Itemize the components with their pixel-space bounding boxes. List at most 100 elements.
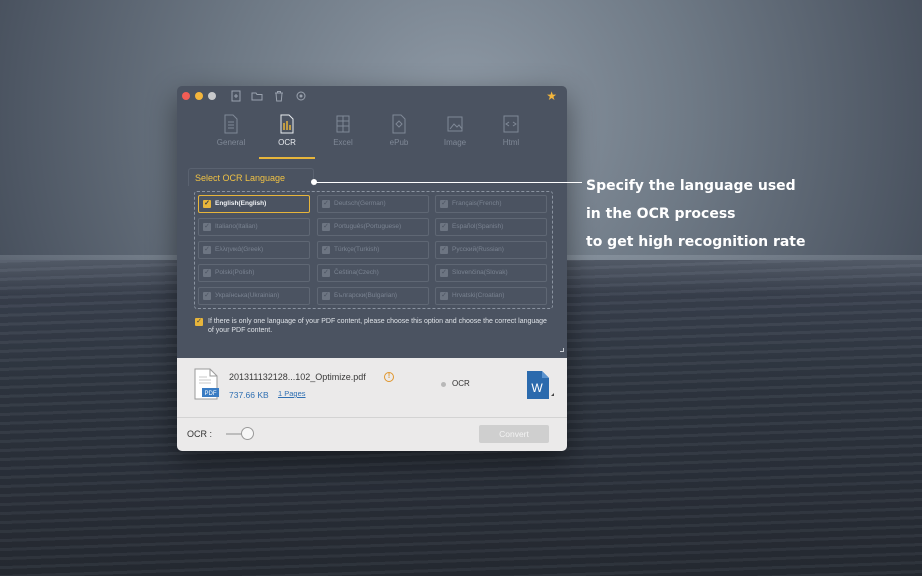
checkbox-icon: ✓ [440, 200, 448, 208]
callout-line-2: in the OCR process [586, 206, 736, 222]
language-label: Hrvatski(Croatian) [452, 292, 505, 299]
checkbox-icon: ✓ [322, 292, 330, 300]
convert-button[interactable]: Convert [479, 425, 549, 443]
language-option-portuguese[interactable]: ✓ Português(Portuguese) [317, 218, 429, 236]
tab-epub[interactable]: ePub [371, 112, 427, 158]
language-option-slovak[interactable]: ✓ Slovenčina(Slovak) [435, 264, 547, 282]
language-option-greek[interactable]: ✓ Ελληνικά(Greek) [198, 241, 310, 259]
language-label: Español(Spanish) [452, 223, 504, 230]
language-label: Français(French) [452, 200, 502, 207]
language-option-polish[interactable]: ✓ Polski(Polish) [198, 264, 310, 282]
callout-connector-line [314, 182, 582, 183]
add-file-icon[interactable] [230, 90, 242, 102]
tab-excel[interactable]: Excel [315, 112, 371, 158]
tab-epub-label: ePub [389, 138, 409, 147]
html-icon [502, 114, 520, 134]
language-label: Русский(Russian) [452, 246, 504, 253]
language-option-french[interactable]: ✓ Français(French) [435, 195, 547, 213]
single-language-note: If there is only one language of your PD… [208, 318, 547, 334]
trash-icon[interactable] [273, 90, 285, 102]
checkbox-icon: ✓ [203, 246, 211, 254]
mode-dot-icon [441, 382, 446, 387]
checkbox-icon: ✓ [322, 269, 330, 277]
checkbox-icon: ✓ [440, 223, 448, 231]
group-title: Select OCR Language [188, 168, 314, 186]
language-label: Türkçe(Turkish) [334, 246, 380, 253]
excel-icon [334, 114, 352, 134]
language-option-turkish[interactable]: ✓ Türkçe(Turkish) [317, 241, 429, 259]
language-option-croatian[interactable]: ✓ Hrvatski(Croatian) [435, 287, 547, 305]
close-button[interactable] [182, 92, 190, 100]
tab-excel-label: Excel [333, 138, 353, 147]
checkbox-icon: ✓ [322, 246, 330, 254]
language-label: Italiano(Italian) [215, 223, 258, 230]
language-label: Slovenčina(Slovak) [452, 269, 508, 276]
checkbox-icon: ✓ [203, 292, 211, 300]
language-option-russian[interactable]: ✓ Русский(Russian) [435, 241, 547, 259]
ocr-toggle-label: OCR : [187, 429, 213, 439]
language-option-english[interactable]: ✓ English(English) [198, 195, 310, 213]
checkbox-icon: ✓ [440, 269, 448, 277]
file-size: 737.66 KB [229, 390, 269, 400]
format-dropdown-caret-icon[interactable] [551, 393, 554, 396]
single-language-checkbox[interactable]: ✓ [195, 318, 203, 326]
checkbox-icon: ✓ [440, 292, 448, 300]
title-bar: ★ [177, 86, 567, 106]
ocr-icon [278, 114, 296, 134]
tab-ocr-label: OCR [278, 138, 296, 147]
settings-gear-icon[interactable] [295, 90, 307, 102]
checkbox-icon: ✓ [322, 200, 330, 208]
language-option-ukrainian[interactable]: ✓ Українська(Ukrainian) [198, 287, 310, 305]
language-option-spanish[interactable]: ✓ Español(Spanish) [435, 218, 547, 236]
tab-html[interactable]: Html [483, 112, 539, 158]
checkbox-icon: ✓ [203, 269, 211, 277]
format-tabs: General OCR Excel ePub Image Html [203, 112, 543, 159]
bottom-bar: OCR : Convert [177, 419, 567, 451]
converter-window: ★ General OCR Excel ePub Image Html Sele… [177, 86, 567, 451]
epub-icon [390, 114, 408, 134]
warning-icon[interactable]: ! [384, 372, 394, 382]
star-icon[interactable]: ★ [546, 89, 557, 103]
word-format-icon[interactable]: W [526, 370, 550, 400]
ocr-toggle-knob[interactable] [241, 427, 254, 440]
checkbox-icon: ✓ [203, 223, 211, 231]
file-panel: PDF 201311132128...102_Optimize.pdf ! 73… [177, 358, 567, 451]
checkbox-checked-icon: ✓ [203, 200, 211, 208]
resize-handle[interactable] [560, 348, 564, 352]
language-label: Čeština(Czech) [334, 269, 379, 276]
callout-connector-dot [311, 179, 317, 185]
callout-line-3: to get high recognition rate [586, 234, 806, 250]
tab-ocr[interactable]: OCR [259, 112, 315, 159]
file-name: 201311132128...102_Optimize.pdf [229, 372, 366, 382]
pdf-badge-text: PDF [205, 391, 217, 397]
language-option-bulgarian[interactable]: ✓ Български(Bulgarian) [317, 287, 429, 305]
language-label: Português(Portuguese) [334, 223, 402, 230]
page-range-link[interactable]: 1 Pages [278, 389, 306, 398]
language-label: Українська(Ukrainian) [215, 292, 280, 299]
minimize-button[interactable] [195, 92, 203, 100]
tab-general[interactable]: General [203, 112, 259, 158]
tab-image-label: Image [443, 138, 467, 147]
language-option-czech[interactable]: ✓ Čeština(Czech) [317, 264, 429, 282]
language-label: Български(Bulgarian) [334, 292, 398, 299]
folder-icon[interactable] [251, 90, 263, 102]
word-letter-text: W [531, 381, 543, 395]
tab-image[interactable]: Image [427, 112, 483, 158]
language-option-italian[interactable]: ✓ Italiano(Italian) [198, 218, 310, 236]
language-label: Ελληνικά(Greek) [215, 246, 264, 253]
checkbox-icon: ✓ [322, 223, 330, 231]
tab-general-label: General [216, 138, 246, 147]
callout-text: Specify the language used in the OCR pro… [586, 172, 916, 256]
callout-line-1: Specify the language used [586, 178, 796, 194]
document-icon [222, 114, 240, 134]
language-option-german[interactable]: ✓ Deutsch(German) [317, 195, 429, 213]
zoom-button[interactable] [208, 92, 216, 100]
language-label: Deutsch(German) [334, 200, 386, 207]
pdf-file-icon: PDF [193, 368, 219, 400]
checkbox-icon: ✓ [440, 246, 448, 254]
image-icon [446, 114, 464, 134]
language-grid: ✓ English(English) ✓ Deutsch(German) ✓ Fran… [194, 191, 553, 309]
file-row[interactable]: PDF 201311132128...102_Optimize.pdf ! 73… [177, 358, 567, 418]
language-label: Polski(Polish) [215, 269, 255, 276]
output-mode-label: OCR [452, 379, 470, 388]
